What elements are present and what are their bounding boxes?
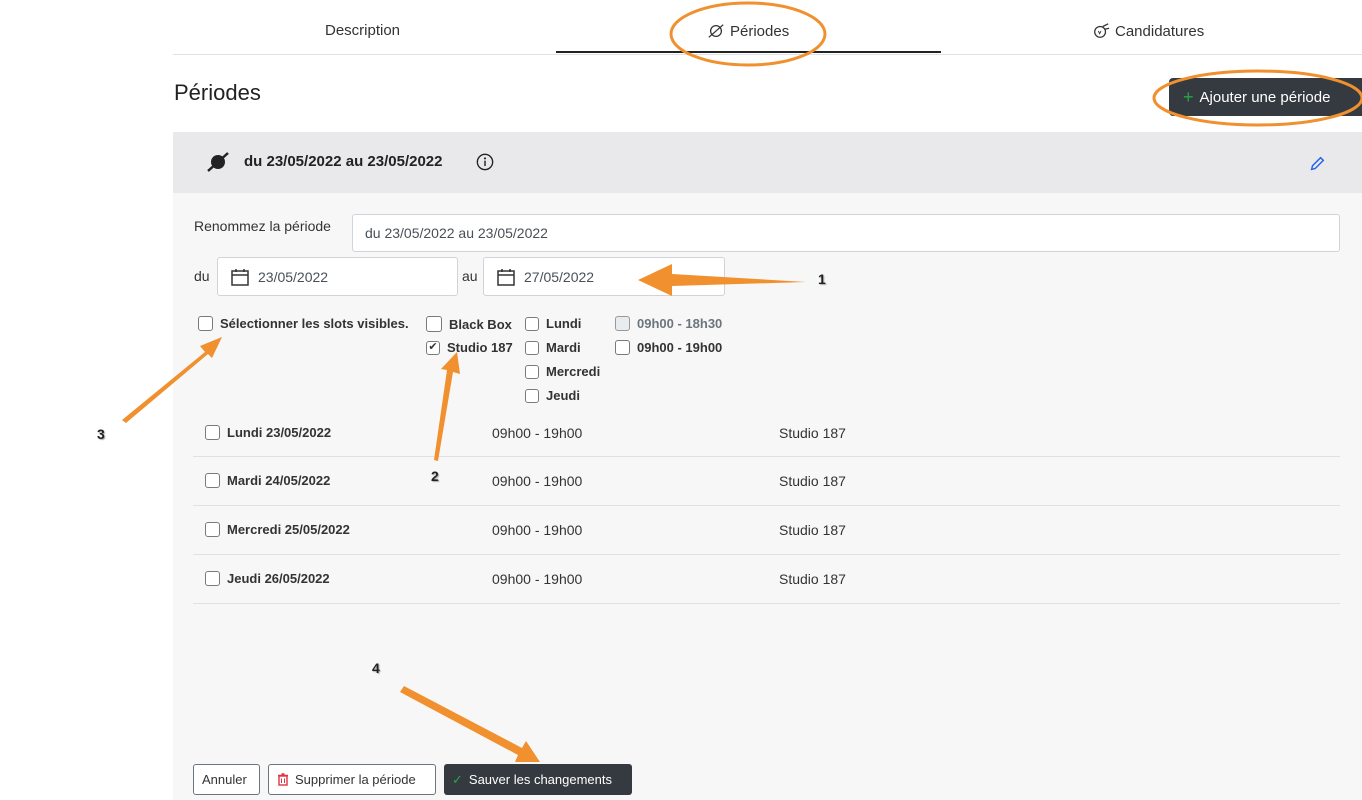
arrow-4 [400,686,540,762]
arrow-2 [434,352,460,461]
highlight-ellipse [669,1,827,67]
arrow-1 [638,264,806,296]
annotation-number: 4 [372,660,380,676]
annotation-number: 3 [97,426,105,442]
arrow-3 [122,337,222,423]
annotation-number: 2 [431,468,439,484]
annotation-number: 1 [818,271,826,287]
highlight-ellipse [1152,69,1362,127]
annotation-overlay [122,1,1362,762]
